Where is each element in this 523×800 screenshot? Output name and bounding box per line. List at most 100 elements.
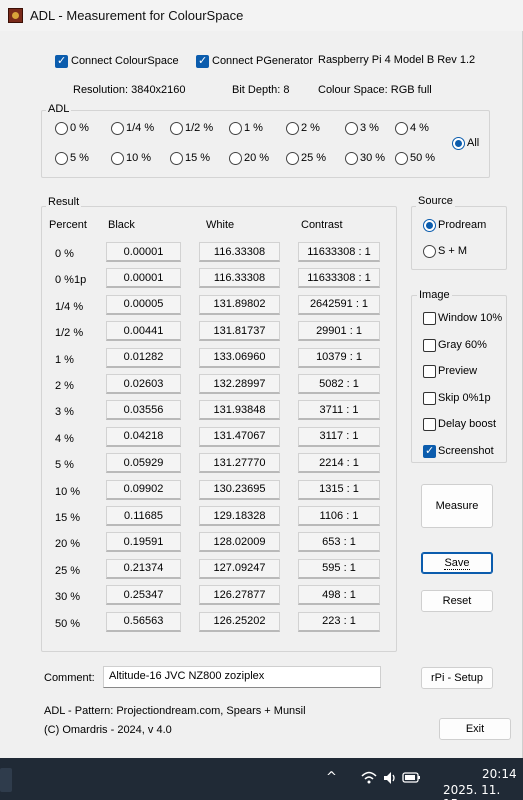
row-percent: 0 % — [55, 248, 74, 260]
adl-radio-label: 2 % — [301, 122, 320, 134]
row-contrast-value: 11633308 : 1 — [298, 268, 380, 289]
row-percent: 1/2 % — [55, 327, 84, 340]
adl-radio-all[interactable] — [452, 137, 465, 150]
taskbar-app-button[interactable] — [0, 768, 12, 792]
row-white-value: 128.02009 — [199, 532, 280, 553]
clock-time[interactable]: 20:14 — [482, 767, 517, 781]
adl-radio[interactable] — [55, 122, 68, 135]
row-black-value: 0.00001 — [106, 242, 181, 262]
row-white-value: 131.27770 — [199, 453, 280, 474]
chevron-up-icon[interactable]: ^ — [326, 770, 337, 785]
result-group-title: Result — [46, 196, 82, 208]
adl-radio[interactable] — [111, 152, 124, 165]
adl-radio[interactable] — [395, 152, 408, 165]
row-percent: 30 % — [55, 591, 81, 604]
row-percent: 50 % — [55, 617, 81, 630]
source-radio-prodream[interactable] — [423, 219, 436, 232]
source-group — [411, 206, 507, 270]
clock-date[interactable]: 2025. 11. 15. — [443, 783, 523, 800]
row-black-value: 0.00001 — [106, 268, 181, 289]
image-option-label: Gray 60% — [438, 338, 487, 351]
adl-radio[interactable] — [286, 122, 299, 135]
adl-radio-label: 10 % — [126, 152, 152, 164]
row-percent: 20 % — [55, 538, 81, 551]
row-percent: 5 % — [55, 459, 74, 472]
adl-radio[interactable] — [395, 122, 408, 135]
row-contrast-value: 11633308 : 1 — [298, 242, 380, 262]
colour-space-label: Colour Space: RGB full — [318, 84, 432, 96]
row-percent: 0 %1p — [55, 274, 87, 287]
adl-radio-label: 20 % — [244, 152, 270, 164]
adl-radio[interactable] — [170, 152, 183, 165]
comment-label: Comment: — [44, 672, 95, 684]
taskbar: ^ 20:14 2025. 11. 15. — [0, 758, 523, 800]
rpi-setup-button[interactable]: rPi - Setup — [421, 667, 493, 689]
image-option-checkbox[interactable] — [423, 418, 436, 432]
adl-radio-label: 5 % — [70, 152, 89, 164]
image-option-label: Screenshot — [438, 445, 494, 457]
row-white-value: 129.18328 — [199, 506, 280, 526]
tray-icons[interactable] — [360, 768, 422, 791]
row-percent: 4 % — [55, 432, 74, 445]
device-label: Raspberry Pi 4 Model B Rev 1.2 — [318, 54, 476, 66]
adl-radio-label: 25 % — [301, 152, 327, 164]
rpi-setup-button-label: rPi - Setup — [431, 672, 483, 684]
row-white-value: 116.33308 — [199, 268, 280, 289]
title-bar[interactable]: ADL - Measurement for ColourSpace — [0, 0, 523, 31]
image-option-checkbox[interactable] — [423, 391, 436, 405]
header-percent: Percent — [49, 219, 87, 231]
reset-button[interactable]: Reset — [421, 590, 493, 612]
connect-pgenerator-checkbox[interactable] — [196, 54, 209, 68]
row-white-value: 127.09247 — [199, 558, 280, 579]
row-contrast-value: 595 : 1 — [298, 558, 380, 579]
adl-radio[interactable] — [55, 152, 68, 165]
image-option-checkbox[interactable] — [423, 338, 436, 352]
row-percent: 15 % — [55, 512, 81, 524]
row-percent: 1 % — [55, 353, 74, 366]
row-black-value: 0.02603 — [106, 374, 181, 394]
adl-radio[interactable] — [286, 152, 299, 165]
exit-button[interactable]: Exit — [439, 718, 511, 740]
row-white-value: 132.28997 — [199, 374, 280, 394]
resolution-label: Resolution: 3840x2160 — [73, 84, 186, 96]
image-option-label: Delay boost — [438, 418, 497, 431]
image-option-checkbox[interactable] — [423, 312, 436, 325]
image-option-checkbox[interactable] — [423, 444, 436, 458]
row-contrast-value: 2642591 : 1 — [298, 294, 380, 315]
row-black-value: 0.21374 — [106, 558, 181, 579]
adl-radio[interactable] — [229, 122, 242, 135]
adl-radio-label: 15 % — [185, 152, 211, 164]
comment-input[interactable]: Altitude-16 JVC NZ800 zoziplex — [103, 666, 381, 688]
wifi-icon — [361, 771, 420, 784]
footer-line2: (C) Omardris - 2024, v 4.0 — [44, 724, 172, 736]
adl-radio[interactable] — [111, 122, 124, 135]
row-contrast-value: 1315 : 1 — [298, 479, 380, 500]
adl-radio[interactable] — [345, 122, 358, 135]
header-black: Black — [108, 219, 135, 231]
adl-radio[interactable] — [345, 152, 358, 165]
row-contrast-value: 2214 : 1 — [298, 453, 380, 474]
measure-button[interactable]: Measure — [421, 484, 493, 528]
source-radio-sm[interactable] — [423, 245, 436, 258]
window-title: ADL - Measurement for ColourSpace — [30, 8, 244, 23]
image-option-checkbox[interactable] — [423, 365, 436, 379]
row-contrast-value: 1106 : 1 — [298, 506, 380, 526]
connect-colourspace-checkbox[interactable] — [55, 54, 68, 68]
adl-group — [41, 110, 490, 178]
row-black-value: 0.00441 — [106, 321, 181, 342]
adl-radio-label: 1 % — [244, 122, 263, 134]
adl-group-title: ADL — [46, 103, 72, 115]
save-button[interactable]: Save — [421, 552, 493, 574]
image-option-label: Skip 0%1p — [438, 391, 491, 404]
adl-radio[interactable] — [170, 122, 183, 135]
image-option-label: Window 10% — [438, 312, 503, 324]
image-group-title: Image — [417, 289, 452, 301]
measure-button-label: Measure — [435, 500, 479, 512]
row-contrast-value: 10379 : 1 — [298, 347, 380, 368]
row-black-value: 0.03556 — [106, 400, 181, 421]
row-percent: 1/4 % — [55, 300, 84, 313]
adl-radio[interactable] — [229, 152, 242, 165]
adl-radio-label: 1/4 % — [126, 122, 155, 134]
row-white-value: 131.47067 — [199, 426, 280, 447]
app-icon — [8, 8, 23, 23]
